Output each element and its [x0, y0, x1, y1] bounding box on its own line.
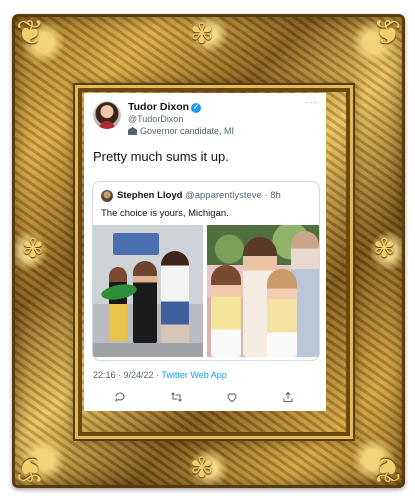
- quoted-author-avatar: [101, 190, 113, 202]
- author-handle[interactable]: @TudorDixon: [128, 114, 183, 124]
- quoted-photo-right[interactable]: [207, 225, 319, 357]
- share-icon[interactable]: [278, 391, 298, 406]
- reply-icon[interactable]: [110, 391, 130, 406]
- frame-corner-ornament-top-right: ❦: [372, 13, 402, 53]
- author-label: Governor candidate, MI: [140, 126, 235, 136]
- author-name[interactable]: Tudor Dixon: [128, 101, 189, 113]
- quoted-author-handle: @apparentlysteve: [185, 190, 262, 201]
- quoted-tweet[interactable]: Stephen Lloyd @apparentlysteve · 8h The …: [92, 181, 320, 361]
- photo-floor: [93, 343, 203, 357]
- tweet-text: Pretty much sums it up.: [93, 149, 229, 164]
- like-icon[interactable]: [222, 391, 242, 406]
- author-avatar[interactable]: [93, 101, 121, 129]
- frame-corner-ornament-bottom-right: ❦: [372, 449, 402, 489]
- tweet-meta: 22:16 · 9/24/22 · Twitter Web App: [93, 370, 227, 380]
- photo-girl-left: [211, 265, 241, 357]
- quoted-separator: ·: [264, 190, 268, 201]
- frame-crest-left: ✾: [22, 234, 44, 264]
- retweet-icon[interactable]: [166, 391, 186, 406]
- frame-corner-ornament-top-left: ❦: [16, 13, 45, 53]
- author-label-row: Governor candidate, MI: [128, 126, 234, 136]
- frame-crest-right: ✾: [373, 234, 395, 264]
- quoted-author-row: Stephen Lloyd @apparentlysteve · 8h: [117, 190, 281, 201]
- photo-girl-right: [267, 269, 297, 357]
- frame-corner-ornament-bottom-left: ❦: [16, 449, 45, 489]
- tweet-actions-bar: [84, 391, 326, 407]
- tweet-card[interactable]: Tudor Dixon ✓ @TudorDixon Governor candid…: [84, 93, 326, 411]
- author-name-row[interactable]: Tudor Dixon ✓: [128, 101, 202, 113]
- quoted-photo-left[interactable]: [93, 225, 203, 357]
- photo-figure-right: [161, 251, 189, 343]
- quoted-tweet-text: The choice is yours, Michigan.: [101, 208, 229, 219]
- photo-backdrop-banner: [113, 233, 159, 255]
- frame-crest-bottom: ✾: [190, 451, 214, 484]
- photo-figure-left: [109, 267, 127, 341]
- frame-crest-top: ✾: [190, 17, 214, 50]
- more-icon[interactable]: ···: [305, 97, 318, 108]
- quoted-author-name: Stephen Lloyd: [117, 190, 183, 201]
- government-building-icon: [128, 127, 137, 135]
- photo-figure-center: [133, 261, 157, 343]
- tweet-source-link[interactable]: Twitter Web App: [161, 370, 226, 380]
- verified-badge-icon: ✓: [191, 103, 202, 113]
- quoted-age: 8h: [270, 190, 281, 201]
- tweet-timestamp[interactable]: 22:16 · 9/24/22: [93, 370, 154, 380]
